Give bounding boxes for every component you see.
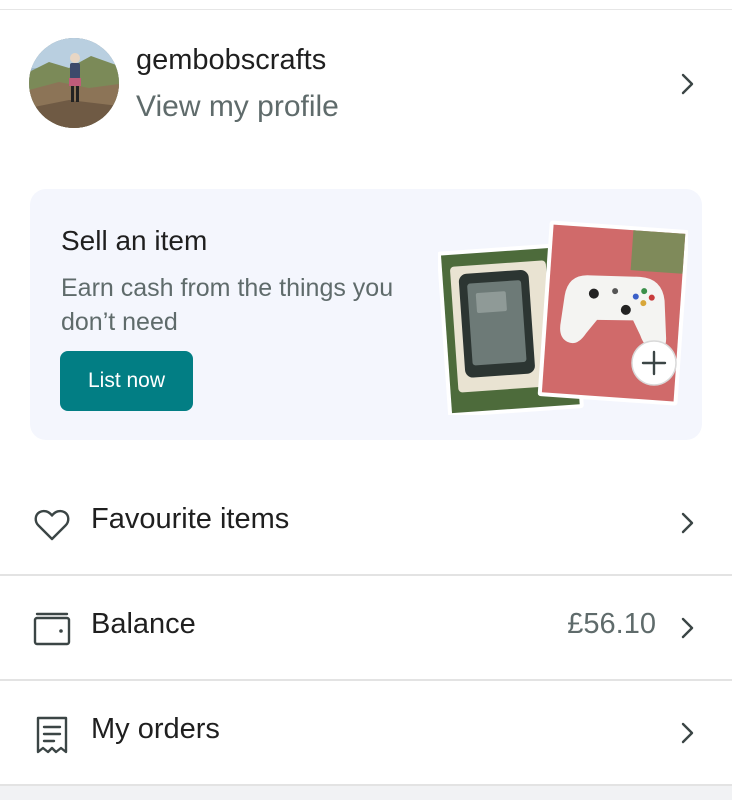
view-profile-link[interactable]: View my profile (136, 90, 339, 124)
balance-label: Balance (91, 608, 196, 640)
menu-my-orders[interactable]: My orders (0, 681, 732, 785)
chevron-right-icon (681, 512, 694, 534)
receipt-icon (36, 716, 68, 754)
avatar[interactable] (29, 38, 119, 128)
profile-username: gembobscrafts (136, 44, 327, 76)
sell-item-card: Sell an item Earn cash from the things y… (30, 189, 702, 440)
chevron-right-icon (681, 722, 694, 744)
sell-illustration (438, 220, 688, 415)
profile-row[interactable]: gembobscrafts View my profile (0, 10, 732, 170)
my-orders-label: My orders (91, 713, 220, 745)
list-now-button[interactable]: List now (60, 351, 193, 411)
wallet-icon (33, 612, 71, 646)
menu-favourite-items[interactable]: Favourite items (0, 471, 732, 575)
heart-icon (34, 509, 70, 541)
menu-balance[interactable]: Balance £56.10 (0, 576, 732, 680)
favourite-items-label: Favourite items (91, 503, 290, 535)
chevron-right-icon (681, 617, 694, 639)
chevron-right-icon (681, 73, 694, 95)
sell-card-subtitle: Earn cash from the things you don’t need (61, 274, 394, 336)
sell-card-title: Sell an item (61, 225, 208, 256)
bottom-band (0, 786, 732, 800)
balance-amount: £56.10 (567, 608, 656, 640)
add-photo-icon (631, 340, 677, 386)
